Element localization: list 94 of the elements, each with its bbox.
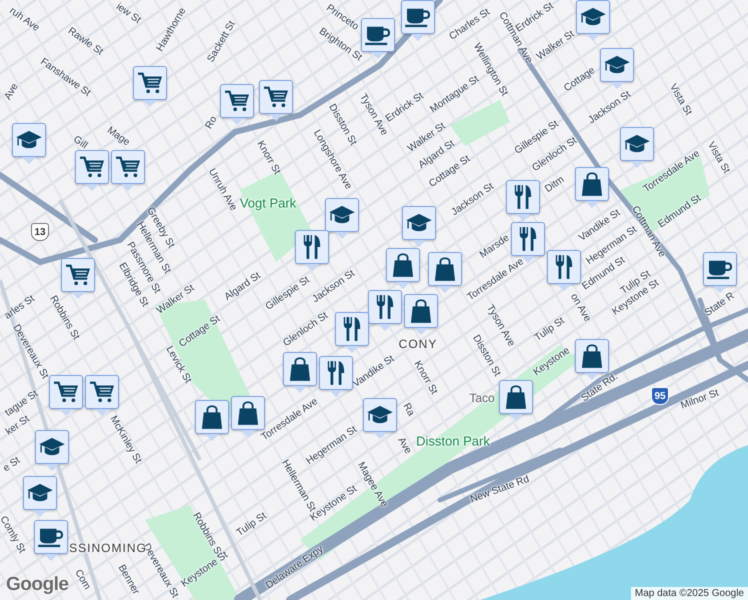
map-marker[interactable] (295, 230, 329, 271)
map-marker[interactable] (85, 375, 119, 416)
map-marker[interactable] (428, 252, 462, 293)
shopping-bag-icon (505, 384, 527, 410)
shopping-bag-icon (201, 404, 223, 430)
street-label: Ave (2, 82, 22, 102)
map-marker[interactable] (547, 250, 581, 291)
map-marker[interactable] (34, 520, 68, 561)
map-marker[interactable] (319, 356, 353, 397)
street-label: on Ave (567, 292, 593, 324)
shopping-cart-icon (263, 85, 289, 109)
coffee-cup-icon (37, 526, 65, 548)
map-marker[interactable] (335, 312, 369, 353)
street-label: Ra (400, 401, 416, 419)
map-marker[interactable] (35, 430, 69, 471)
map-marker[interactable] (133, 66, 167, 107)
street-label: Ave (394, 436, 414, 456)
graduation-cap-icon (328, 205, 356, 225)
graduation-cap-icon (603, 55, 631, 75)
shopping-cart-icon (115, 155, 141, 179)
map-marker[interactable] (363, 398, 397, 439)
map-marker[interactable] (600, 48, 634, 89)
shopping-bag-icon (581, 171, 603, 197)
shopping-bag-icon (237, 400, 259, 426)
graduation-cap-icon (38, 437, 66, 457)
shopping-cart-icon (79, 155, 105, 179)
street-label: Ro (204, 114, 220, 132)
map-marker[interactable] (368, 290, 402, 331)
graduation-cap-icon (15, 130, 43, 150)
coffee-cup-icon (364, 24, 392, 46)
street-label: Milnor St (679, 388, 721, 412)
street-label: Tulip St (532, 315, 568, 345)
fork-knife-icon (375, 294, 395, 320)
shopping-cart-icon (137, 71, 163, 95)
map-marker[interactable] (401, 0, 435, 41)
park-label: Disston Park (416, 434, 490, 448)
street-label: e St (1, 454, 23, 476)
interstate-shield: 95 (651, 387, 669, 405)
coffee-cup-icon (706, 258, 734, 280)
graduation-cap-icon (579, 7, 607, 27)
map-marker[interactable] (386, 248, 420, 289)
map-marker[interactable] (259, 80, 293, 121)
map-marker[interactable] (49, 375, 83, 416)
street-label: State R (702, 290, 738, 320)
map-marker[interactable] (220, 84, 254, 125)
shopping-bag-icon (581, 343, 603, 369)
map-marker[interactable] (75, 150, 109, 191)
street-label: iew St (113, 1, 143, 27)
fork-knife-icon (513, 184, 533, 210)
route-shield: 13 (31, 223, 49, 241)
fork-knife-icon (342, 316, 362, 342)
graduation-cap-icon (623, 134, 651, 154)
map-marker[interactable] (703, 252, 737, 293)
shopping-cart-icon (89, 380, 115, 404)
map-marker[interactable] (576, 0, 610, 41)
place-label: Taco (469, 391, 495, 405)
street-label: New State Rd (468, 474, 532, 506)
shopping-cart-icon (224, 89, 250, 113)
shopping-cart-icon (65, 263, 91, 287)
map-marker[interactable] (23, 476, 57, 517)
fork-knife-icon (518, 226, 538, 252)
map-marker[interactable] (111, 150, 145, 191)
map-marker[interactable] (325, 198, 359, 239)
map-marker[interactable] (499, 380, 533, 421)
street-label: ruh Ave (6, 5, 42, 35)
fork-knife-icon (302, 234, 322, 260)
coffee-cup-icon (404, 6, 432, 28)
map-marker[interactable] (12, 123, 46, 164)
area-label: CONY (398, 337, 438, 351)
fork-knife-icon (326, 360, 346, 386)
shopping-cart-icon (53, 380, 79, 404)
shopping-bag-icon (410, 298, 432, 324)
map-marker[interactable] (402, 206, 436, 247)
street-label: Gill (70, 134, 90, 152)
map-marker[interactable] (361, 18, 395, 59)
map-marker[interactable] (575, 167, 609, 208)
map-marker[interactable] (283, 352, 317, 393)
shopping-bag-icon (434, 256, 456, 282)
shopping-bag-icon (392, 252, 414, 278)
map-marker[interactable] (404, 294, 438, 335)
map-marker[interactable] (195, 400, 229, 441)
street-label: State Rd. (579, 371, 621, 405)
graduation-cap-icon (405, 213, 433, 233)
park-label: Vogt Park (240, 196, 296, 210)
graduation-cap-icon (366, 405, 394, 425)
attribution-text: Map data ©2025 Google (630, 587, 748, 600)
fork-knife-icon (554, 254, 574, 280)
shopping-bag-icon (289, 356, 311, 382)
street-label: Ditm (543, 174, 567, 196)
street-label: arles St (2, 293, 38, 323)
street-label: Tulip St (234, 510, 270, 540)
map-marker[interactable] (506, 180, 540, 221)
google-logo: Google (6, 574, 68, 596)
graduation-cap-icon (26, 483, 54, 503)
